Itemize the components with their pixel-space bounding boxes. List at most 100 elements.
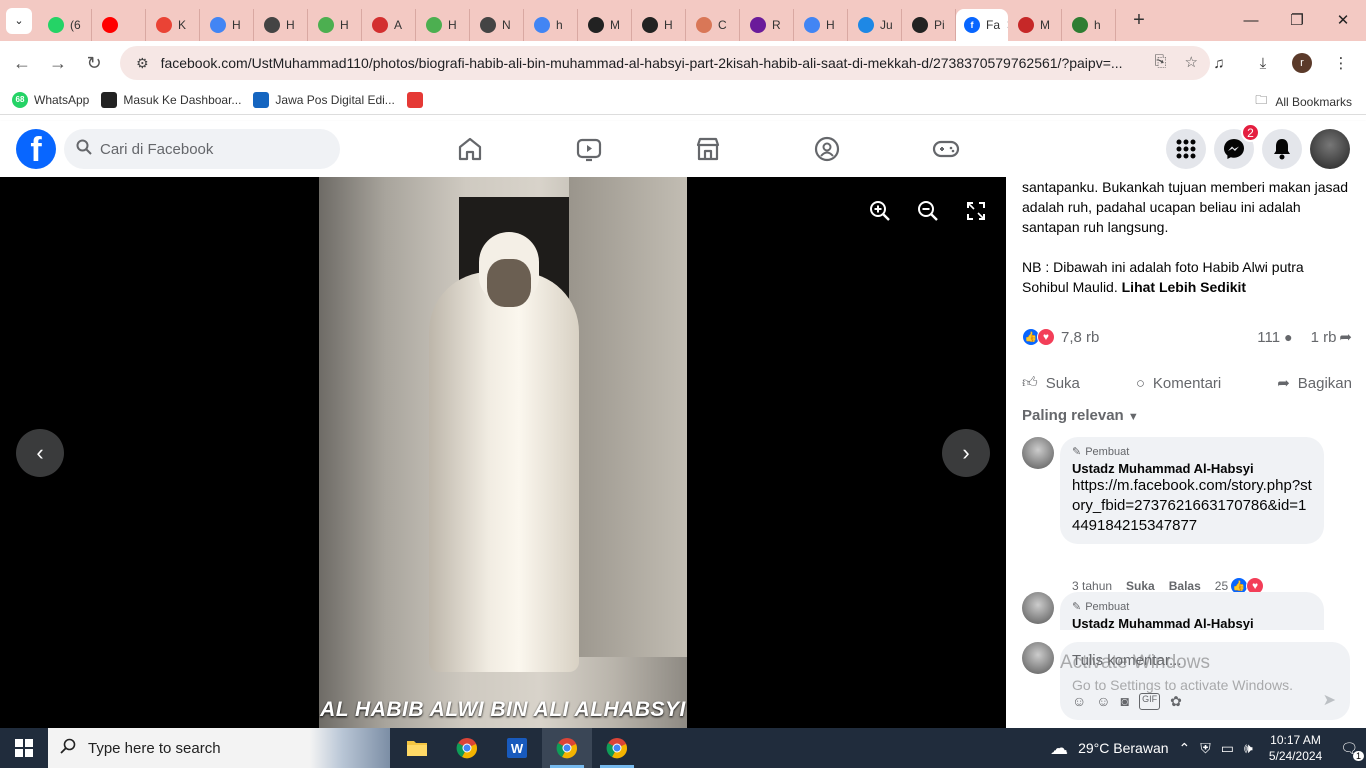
share-count[interactable]: 1 rb (1311, 329, 1337, 346)
comment-count[interactable]: 111 (1257, 329, 1280, 346)
sticker-avatar-icon[interactable]: ☺ (1072, 693, 1086, 710)
back-button[interactable]: ← (4, 45, 40, 81)
profile-avatar[interactable]: r (1292, 53, 1312, 73)
start-button[interactable] (0, 728, 48, 768)
bookmark-star-icon[interactable]: ☆ (1185, 53, 1198, 71)
zoom-out-button[interactable] (916, 199, 940, 223)
back-arrow-icon: ← (13, 52, 31, 73)
install-app-icon[interactable]: ⎘ (1155, 53, 1167, 71)
taskbar-search[interactable]: Type here to search (48, 728, 390, 768)
chevron-up-icon[interactable]: ⌃ (1179, 740, 1191, 757)
messenger-button[interactable]: 2 (1214, 123, 1260, 169)
browser-tab[interactable]: N (470, 8, 524, 41)
browser-tab-active[interactable]: fFa✕ (956, 8, 1008, 41)
site-settings-icon[interactable]: ⚙ (136, 55, 149, 72)
taskbar-chrome-profile-r[interactable] (542, 728, 592, 768)
comment-button[interactable]: ○ Komentari (1136, 375, 1221, 392)
address-bar[interactable]: ⚙ facebook.com/UstMuhammad110/photos/bio… (120, 46, 1210, 80)
taskbar-file-explorer[interactable] (392, 728, 442, 768)
wifi-icon[interactable]: ▭ (1221, 740, 1234, 757)
nav-video[interactable] (529, 129, 648, 169)
comment-author[interactable]: Ustadz Muhammad Al-Habsyi (1072, 461, 1312, 476)
emoji-icon[interactable]: ☺ (1096, 693, 1110, 710)
facebook-logo-icon[interactable]: f (16, 129, 56, 169)
url-text[interactable]: facebook.com/UstMuhammad110/photos/biogr… (161, 55, 1131, 71)
weather-icon[interactable]: ☁ (1050, 738, 1068, 759)
reload-button[interactable]: ↻ (76, 45, 112, 81)
browser-tab[interactable]: H (254, 8, 308, 41)
taskbar-chrome-profile-h[interactable] (592, 728, 642, 768)
media-control-icon[interactable]: ♫ (1204, 48, 1234, 78)
comment-input[interactable]: Tulis komentar... ☺ ☺ ◙ GIF ✿ ➤ (1060, 642, 1350, 720)
fullscreen-button[interactable] (964, 199, 988, 223)
camera-icon[interactable]: ◙ (1121, 693, 1129, 710)
all-bookmarks-button[interactable]: 🗀 All Bookmarks (1255, 91, 1352, 112)
network-shield-icon[interactable]: ⛨ (1200, 740, 1211, 757)
browser-tab[interactable]: H (416, 8, 470, 41)
like-button[interactable]: 👍︎ Suka (1022, 374, 1080, 392)
close-window-button[interactable]: ✕ (1320, 0, 1366, 40)
browser-tab[interactable]: H (632, 8, 686, 41)
next-photo-button[interactable]: › (942, 429, 990, 477)
tab-search-button[interactable]: ⌄ (6, 7, 32, 34)
browser-tab[interactable]: R (740, 8, 794, 41)
taskbar-word[interactable]: W (492, 728, 542, 768)
volume-icon[interactable]: 🕪 (1244, 740, 1253, 757)
browser-tab[interactable] (92, 8, 146, 41)
previous-photo-button[interactable]: ‹ (16, 429, 64, 477)
browser-tab[interactable]: h (524, 8, 578, 41)
bookmark-item[interactable]: 68 WhatsApp (12, 91, 89, 108)
comment-sort-dropdown[interactable]: Paling relevan ▼ (1022, 407, 1139, 424)
comment-reply-button[interactable]: Balas (1169, 579, 1201, 593)
send-icon[interactable]: ➤ (1323, 690, 1336, 710)
browser-tab[interactable]: Pi (902, 8, 956, 41)
forward-button[interactable]: → (40, 45, 76, 81)
nav-groups[interactable] (767, 129, 886, 169)
comment-time[interactable]: 3 tahun (1072, 579, 1112, 593)
commenter-avatar[interactable] (1022, 592, 1054, 624)
comment-link[interactable]: https://m.facebook.com/story.php?story_f… (1072, 476, 1312, 536)
google-icon (804, 16, 820, 33)
browser-tab[interactable]: M (1008, 8, 1062, 41)
nav-home[interactable] (410, 129, 529, 169)
restore-button[interactable]: ❐ (1274, 0, 1320, 40)
nav-marketplace[interactable] (648, 129, 767, 169)
comment-author[interactable]: Ustadz Muhammad Al-Habsyi (1072, 616, 1312, 630)
browser-tab[interactable]: Ju (848, 8, 902, 41)
browser-tab[interactable]: C (686, 8, 740, 41)
bookmark-item[interactable]: Masuk Ke Dashboar... (101, 91, 241, 108)
download-icon[interactable]: ⤓ (1248, 48, 1278, 78)
bookmark-item[interactable]: Jawa Pos Digital Edi... (253, 91, 395, 108)
notifications-button[interactable] (1262, 129, 1302, 169)
clock[interactable]: 10:17 AM 5/24/2024 (1269, 732, 1322, 764)
home-icon (458, 137, 481, 161)
share-button[interactable]: ➦ Bagikan (1277, 374, 1352, 393)
reaction-count[interactable]: 7,8 rb (1061, 329, 1099, 346)
commenter-avatar[interactable] (1022, 437, 1054, 469)
gif-icon[interactable]: GIF (1139, 693, 1161, 710)
facebook-search-input[interactable]: Cari di Facebook (64, 129, 340, 169)
comment-like-button[interactable]: Suka (1126, 579, 1155, 593)
menu-kebab-icon[interactable]: ⋮ (1326, 48, 1356, 78)
new-tab-button[interactable]: + (1124, 6, 1154, 36)
notification-center-icon[interactable]: 🗨 1 (1340, 740, 1364, 761)
weather-text[interactable]: 29°C Berawan (1078, 740, 1168, 756)
browser-tab[interactable]: A (362, 8, 416, 41)
sticker-icon[interactable]: ✿ (1170, 693, 1182, 710)
browser-tab[interactable]: (6 (38, 8, 92, 41)
browser-tab[interactable]: M (578, 8, 632, 41)
browser-tab[interactable]: h (1062, 8, 1116, 41)
browser-tab[interactable]: H (794, 8, 848, 41)
browser-tab[interactable]: K (146, 8, 200, 41)
see-less-link[interactable]: Lihat Lebih Sedikit (1122, 279, 1246, 295)
comment-label: Komentari (1152, 374, 1222, 392)
zoom-in-button[interactable] (868, 199, 892, 223)
browser-tab[interactable]: H (308, 8, 362, 41)
minimize-button[interactable]: — (1228, 0, 1274, 40)
browser-tab[interactable]: H (200, 8, 254, 41)
bookmark-item[interactable] (406, 91, 423, 108)
menu-button[interactable] (1166, 129, 1206, 169)
taskbar-chrome[interactable] (442, 728, 492, 768)
account-avatar[interactable] (1310, 129, 1350, 169)
nav-gaming[interactable] (886, 129, 1005, 169)
